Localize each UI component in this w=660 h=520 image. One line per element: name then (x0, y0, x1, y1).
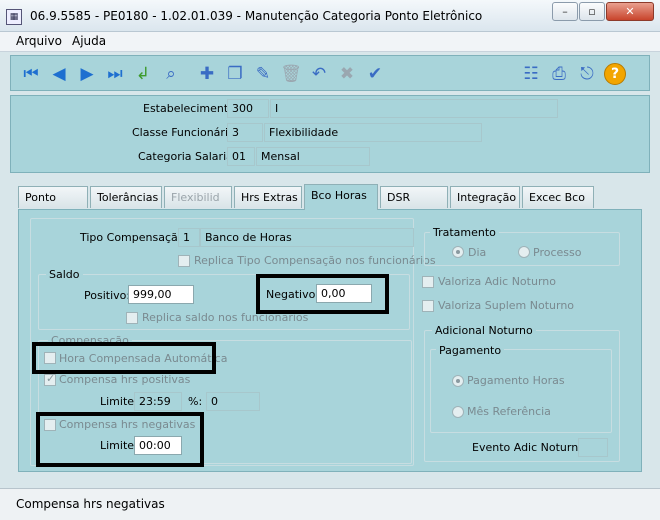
tree-icon[interactable]: ☷ (519, 62, 543, 86)
positivo-field[interactable]: 999,00 (128, 285, 194, 304)
tab-bco-horas[interactable]: Bco Horas (304, 184, 378, 210)
copy-record-icon[interactable]: ❐ (223, 62, 247, 86)
first-record-icon[interactable]: ⏮ (19, 62, 43, 86)
status-text: Compensa hrs negativas (16, 497, 165, 511)
previous-record-icon[interactable]: ◀ (47, 62, 71, 86)
radio-processo-label: Processo (533, 246, 582, 259)
undo-icon[interactable]: ↶ (307, 62, 331, 86)
help-button[interactable]: ? (603, 62, 627, 86)
tipo-compensacao-name-field[interactable]: Banco de Horas (200, 228, 414, 247)
edit-record-icon[interactable]: ✎ (251, 62, 275, 86)
replica-saldo-checkbox[interactable] (126, 312, 138, 324)
radio-mes-referencia-label: Mês Referência (467, 405, 551, 418)
highlight-negativo (256, 274, 389, 314)
maximize-button[interactable]: ▫ (579, 2, 605, 21)
valoriza-noturno-label: Valoriza Adic Noturno (438, 275, 556, 288)
goto-icon[interactable]: ↲ (131, 62, 155, 86)
menu-bar: Arquivo Ajuda (0, 32, 660, 52)
window-title: 06.9.5585 - PE0180 - 1.02.01.039 - Manut… (30, 9, 483, 23)
delete-record-icon[interactable]: 🗑 (279, 62, 303, 86)
highlight-hora-compensada (32, 342, 216, 374)
add-record-icon[interactable]: ✚ (195, 62, 219, 86)
tab-tolerancias[interactable]: Tolerâncias (90, 186, 162, 208)
limite-positivas-field[interactable]: 23:59 (134, 392, 182, 411)
compensa-positivas-label: Compensa hrs positivas (59, 373, 191, 386)
minimize-button[interactable]: – (552, 2, 578, 21)
saldo-legend: Saldo (46, 268, 83, 281)
pct-label: %: (188, 395, 203, 408)
limite-positivas-label: Limite: (100, 395, 138, 408)
menu-ajuda[interactable]: Ajuda (72, 34, 106, 48)
valoriza-suplem-label: Valoriza Suplem Noturno (438, 299, 575, 312)
pct-field[interactable]: 0 (206, 392, 260, 411)
status-bar: Compensa hrs negativas (0, 488, 660, 520)
replica-tipo-checkbox[interactable] (178, 255, 190, 267)
radio-pagamento-horas[interactable] (452, 375, 464, 387)
valoriza-noturno-checkbox[interactable] (422, 276, 434, 288)
pagamento-group (430, 349, 612, 433)
search-icon[interactable]: ⌕ (159, 62, 183, 86)
classe-code-field[interactable]: 3 (227, 123, 263, 142)
compensa-positivas-checkbox[interactable] (44, 372, 56, 386)
tipo-compensacao-code-field[interactable]: 1 (178, 228, 200, 247)
radio-dia[interactable] (452, 246, 464, 258)
close-button[interactable]: ✕ (606, 2, 654, 21)
positivo-label: Positivo: (84, 289, 131, 302)
highlight-compensa-negativas (36, 412, 204, 467)
tab-integracao[interactable]: Integração (450, 186, 520, 208)
radio-dia-label: Dia (468, 246, 487, 259)
categoria-name-field[interactable]: Mensal (256, 147, 370, 166)
evento-adic-noturno-field[interactable] (578, 438, 608, 457)
replica-tipo-label: Replica Tipo Compensação nos funcionário… (194, 254, 436, 267)
help-icon: ? (604, 63, 626, 85)
save-icon[interactable]: ✔ (363, 62, 387, 86)
tratamento-legend: Tratamento (430, 226, 499, 239)
tab-excec-bco[interactable]: Excec Bco (522, 186, 594, 208)
tipo-compensacao-label: Tipo Compensação: (80, 231, 189, 244)
tab-ponto[interactable]: Ponto (18, 186, 88, 208)
next-record-icon[interactable]: ▶ (75, 62, 99, 86)
valoriza-suplem-checkbox[interactable] (422, 300, 434, 312)
radio-mes-referencia[interactable] (452, 406, 464, 418)
classe-name-field[interactable]: Flexibilidade (264, 123, 482, 142)
categoria-label: Categoria Salarial: (138, 150, 240, 163)
estabelecimento-name-field[interactable]: I (270, 99, 558, 118)
categoria-code-field[interactable]: 01 (227, 147, 255, 166)
app-icon: ▦ (6, 9, 22, 25)
exit-icon[interactable]: ⎋ (575, 62, 599, 86)
estabelecimento-label: Estabelecimento: (143, 102, 239, 115)
adicional-noturno-legend: Adicional Noturno (432, 324, 536, 337)
title-bar: ▦ 06.9.5585 - PE0180 - 1.02.01.039 - Man… (0, 0, 660, 32)
toolbar: ⏮ ◀ ▶ ⏭ ↲ ⌕ ✚ ❐ ✎ 🗑 ↶ ✖ ✔ ☷ ⎙ ⎋ ? (10, 55, 650, 91)
estabelecimento-code-field[interactable]: 300 (227, 99, 269, 118)
tab-hrs-extras[interactable]: Hrs Extras (234, 186, 302, 208)
tab-flexibilid: Flexibilid (164, 186, 232, 208)
cancel-icon[interactable]: ✖ (335, 62, 359, 86)
radio-processo[interactable] (518, 246, 530, 258)
evento-adic-noturno-label: Evento Adic Noturno: (472, 441, 589, 454)
radio-pagamento-horas-label: Pagamento Horas (467, 374, 565, 387)
print-icon[interactable]: ⎙ (547, 62, 571, 86)
last-record-icon[interactable]: ⏭ (103, 62, 127, 86)
pagamento-legend: Pagamento (436, 344, 505, 357)
menu-arquivo[interactable]: Arquivo (16, 34, 62, 48)
tab-dsr[interactable]: DSR (380, 186, 448, 208)
classe-label: Classe Funcionário: (132, 126, 239, 139)
